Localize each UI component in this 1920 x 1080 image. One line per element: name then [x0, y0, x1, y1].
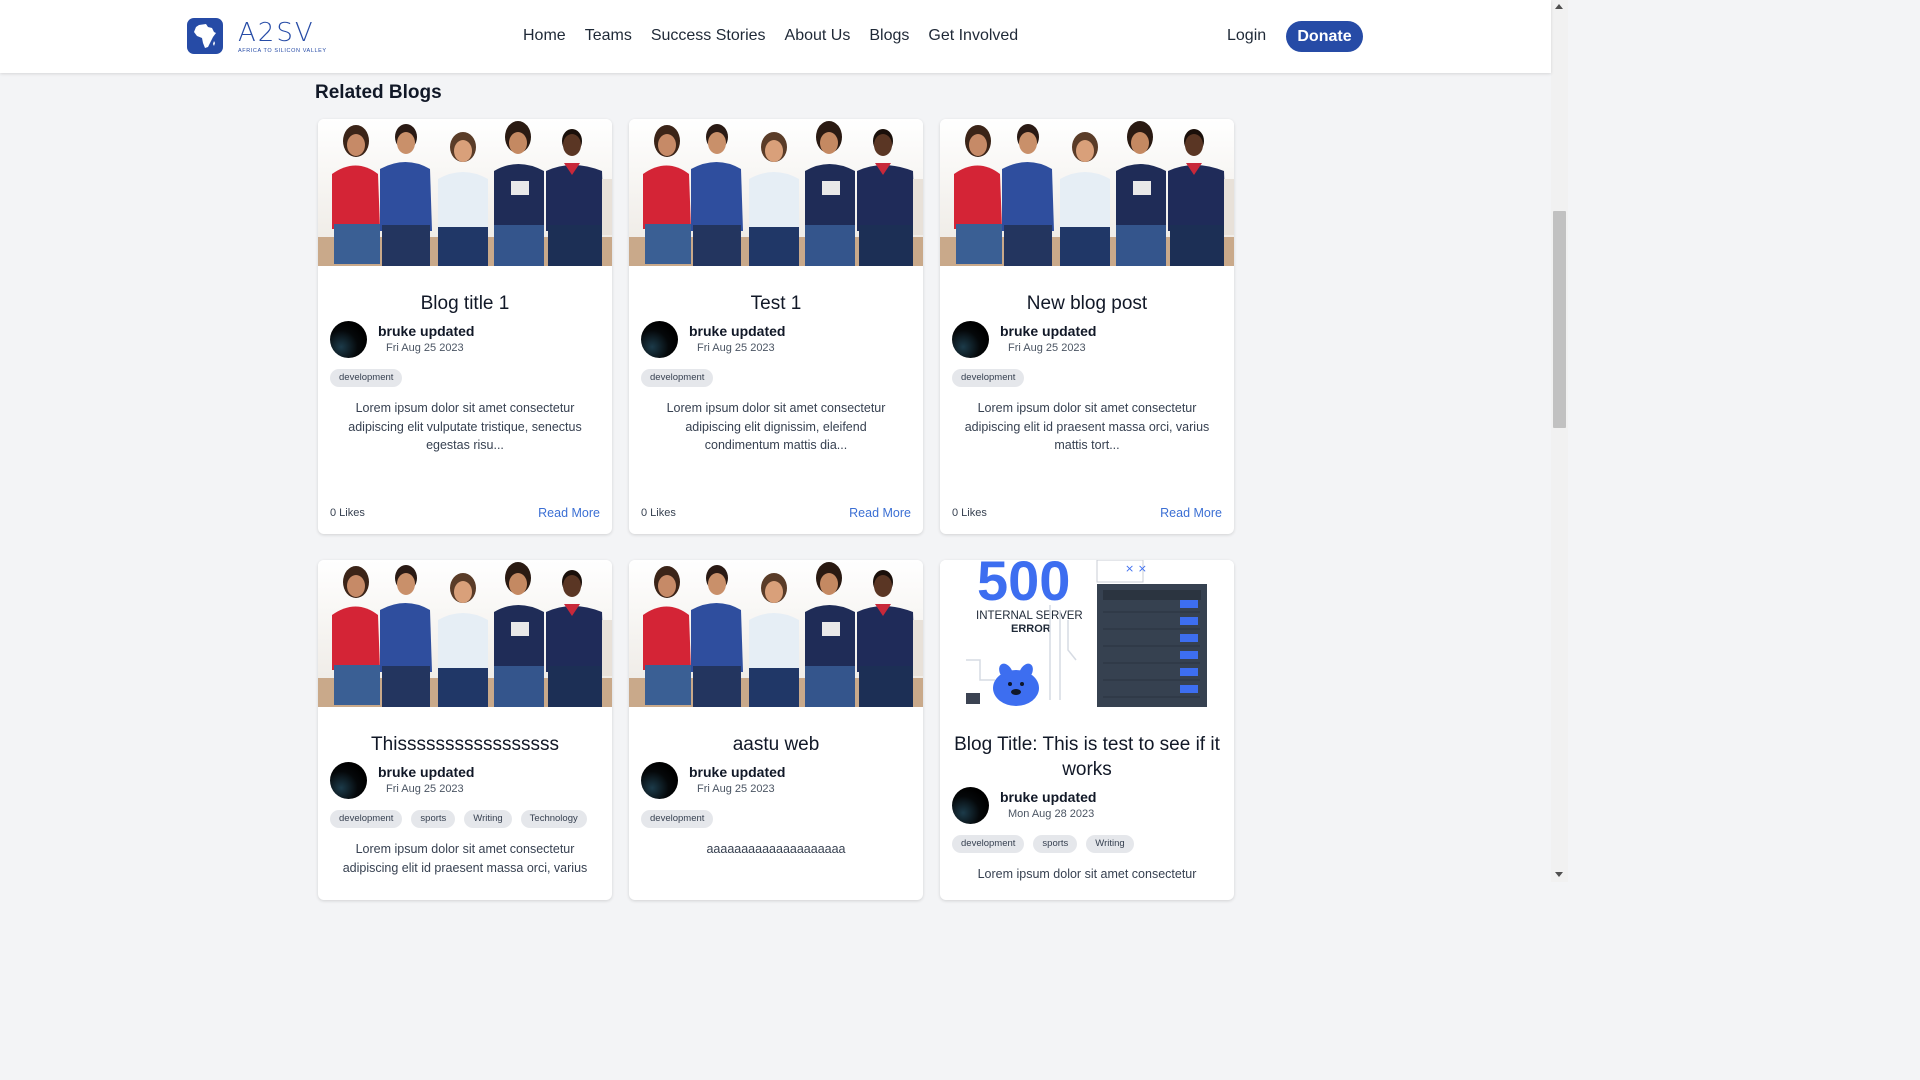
- group-photo-image: [318, 560, 612, 707]
- tag-list: development sports Writing Technology: [330, 810, 612, 828]
- tag[interactable]: Writing: [464, 810, 512, 828]
- author-row: bruke updated Fri Aug 25 2023: [641, 762, 923, 799]
- tag[interactable]: development: [330, 810, 403, 828]
- blog-thumbnail: [629, 560, 923, 707]
- tag[interactable]: development: [330, 369, 403, 387]
- blog-card[interactable]: New blog post bruke updated Fri Aug 25 2…: [940, 119, 1234, 534]
- blog-title[interactable]: Test 1: [629, 291, 923, 316]
- blog-thumbnail: [318, 119, 612, 266]
- nav-home[interactable]: Home: [523, 25, 566, 47]
- nav-teams[interactable]: Teams: [585, 25, 632, 47]
- avatar: [330, 321, 367, 358]
- group-photo-image: [940, 119, 1234, 266]
- blog-card[interactable]: Blog title 1 bruke updated Fri Aug 25 20…: [318, 119, 612, 534]
- avatar: [641, 762, 678, 799]
- logo-wordmark: A2SV: [238, 17, 315, 48]
- tag-list: development: [952, 369, 1234, 387]
- group-photo-image: [318, 119, 612, 266]
- tag-list: development: [330, 369, 612, 387]
- nav-get-involved[interactable]: Get Involved: [928, 25, 1018, 47]
- author-name: bruke updated: [689, 323, 786, 339]
- error-line2-text: ERROR: [1011, 623, 1051, 635]
- top-navbar: A2SV AFRICA TO SILICON VALLEY Home Teams…: [0, 0, 1551, 73]
- blog-excerpt: Lorem ipsum dolor sit amet consectetur a…: [342, 842, 588, 875]
- post-date: Fri Aug 25 2023: [697, 783, 775, 795]
- donate-button[interactable]: Donate: [1286, 21, 1363, 52]
- avatar: [952, 787, 989, 824]
- blog-title[interactable]: New blog post: [940, 291, 1234, 316]
- blog-thumbnail: [629, 119, 923, 266]
- blog-thumbnail: [940, 119, 1234, 266]
- author-row: bruke updated Fri Aug 25 2023: [330, 762, 612, 799]
- main-nav: Home Teams Success Stories About Us Blog…: [523, 25, 1037, 47]
- login-link[interactable]: Login: [1227, 25, 1266, 47]
- author-name: bruke updated: [689, 764, 786, 780]
- nav-success-stories[interactable]: Success Stories: [651, 25, 766, 47]
- post-date: Fri Aug 25 2023: [697, 342, 775, 354]
- author-row: bruke updated Fri Aug 25 2023: [952, 321, 1234, 358]
- post-date: Fri Aug 25 2023: [386, 783, 464, 795]
- tag[interactable]: sports: [1033, 835, 1078, 853]
- blog-thumbnail: [318, 560, 612, 707]
- author-name: bruke updated: [378, 323, 475, 339]
- tag-list: development sports Writing: [952, 835, 1234, 853]
- blog-title[interactable]: aastu web: [629, 732, 923, 757]
- likes-count: 0 Likes: [952, 507, 987, 519]
- tag[interactable]: development: [641, 369, 714, 387]
- logo-subtitle: AFRICA TO SILICON VALLEY: [238, 47, 327, 54]
- tag-list: development: [641, 810, 923, 828]
- tag[interactable]: development: [641, 810, 714, 828]
- post-date: Mon Aug 28 2023: [1008, 808, 1095, 820]
- tag-list: development: [641, 369, 923, 387]
- author-row: bruke updated Mon Aug 28 2023: [952, 787, 1234, 824]
- nav-blogs[interactable]: Blogs: [869, 25, 909, 47]
- tag[interactable]: development: [952, 835, 1025, 853]
- scroll-down-arrow-icon[interactable]: [1555, 872, 1563, 877]
- section-title: Related Blogs: [315, 82, 442, 103]
- blog-title[interactable]: Blog Title: This is test to see if it wo…: [940, 732, 1234, 782]
- blog-excerpt: Lorem ipsum dolor sit amet consectetur a…: [964, 401, 1210, 452]
- scroll-up-arrow-icon[interactable]: [1555, 4, 1563, 9]
- group-photo-image: [629, 119, 923, 266]
- tag[interactable]: sports: [411, 810, 456, 828]
- group-photo-image: [629, 560, 923, 707]
- post-date: Fri Aug 25 2023: [386, 342, 464, 354]
- read-more-link[interactable]: Read More: [1160, 506, 1222, 520]
- site-logo[interactable]: A2SV AFRICA TO SILICON VALLEY: [187, 18, 327, 54]
- blog-excerpt: Lorem ipsum dolor sit amet consectetur a…: [666, 401, 886, 452]
- avatar: [641, 321, 678, 358]
- post-date: Fri Aug 25 2023: [1008, 342, 1086, 354]
- error-line1-text: INTERNAL SERVER: [976, 610, 1083, 622]
- blog-excerpt: aaaaaaaaaaaaaaaaaaaa: [706, 842, 846, 856]
- author-row: bruke updated Fri Aug 25 2023: [330, 321, 612, 358]
- page-scrollbar[interactable]: [1551, 0, 1568, 882]
- blog-thumbnail: 500 INTERNAL SERVER ERROR × ×: [940, 560, 1234, 707]
- blog-excerpt: Lorem ipsum dolor sit amet consectetur: [977, 867, 1197, 881]
- nav-about-us[interactable]: About Us: [785, 25, 851, 47]
- blog-card[interactable]: Thisssssssssssssssss bruke updated Fri A…: [318, 560, 612, 900]
- author-name: bruke updated: [1000, 323, 1097, 339]
- blog-title[interactable]: Blog title 1: [318, 291, 612, 316]
- scrollbar-thumb[interactable]: [1553, 211, 1566, 428]
- likes-count: 0 Likes: [330, 507, 365, 519]
- blog-card[interactable]: aastu web bruke updated Fri Aug 25 2023 …: [629, 560, 923, 900]
- avatar: [330, 762, 367, 799]
- author-row: bruke updated Fri Aug 25 2023: [641, 321, 923, 358]
- tag[interactable]: Technology: [520, 810, 587, 828]
- svg-text:× ×: × ×: [1125, 562, 1147, 575]
- read-more-link[interactable]: Read More: [849, 506, 911, 520]
- blog-title[interactable]: Thisssssssssssssssss: [318, 732, 612, 757]
- blog-excerpt: Lorem ipsum dolor sit amet consectetur a…: [348, 401, 582, 452]
- author-name: bruke updated: [1000, 789, 1097, 805]
- author-name: bruke updated: [378, 764, 475, 780]
- tag[interactable]: Writing: [1086, 835, 1134, 853]
- read-more-link[interactable]: Read More: [538, 506, 600, 520]
- error-code-text: 500: [977, 560, 1070, 612]
- blog-card[interactable]: 500 INTERNAL SERVER ERROR × × Blog Title…: [940, 560, 1234, 900]
- avatar: [952, 321, 989, 358]
- likes-count: 0 Likes: [641, 507, 676, 519]
- africa-map-icon: [187, 18, 223, 54]
- blog-card[interactable]: Test 1 bruke updated Fri Aug 25 2023 dev…: [629, 119, 923, 534]
- tag[interactable]: development: [952, 369, 1025, 387]
